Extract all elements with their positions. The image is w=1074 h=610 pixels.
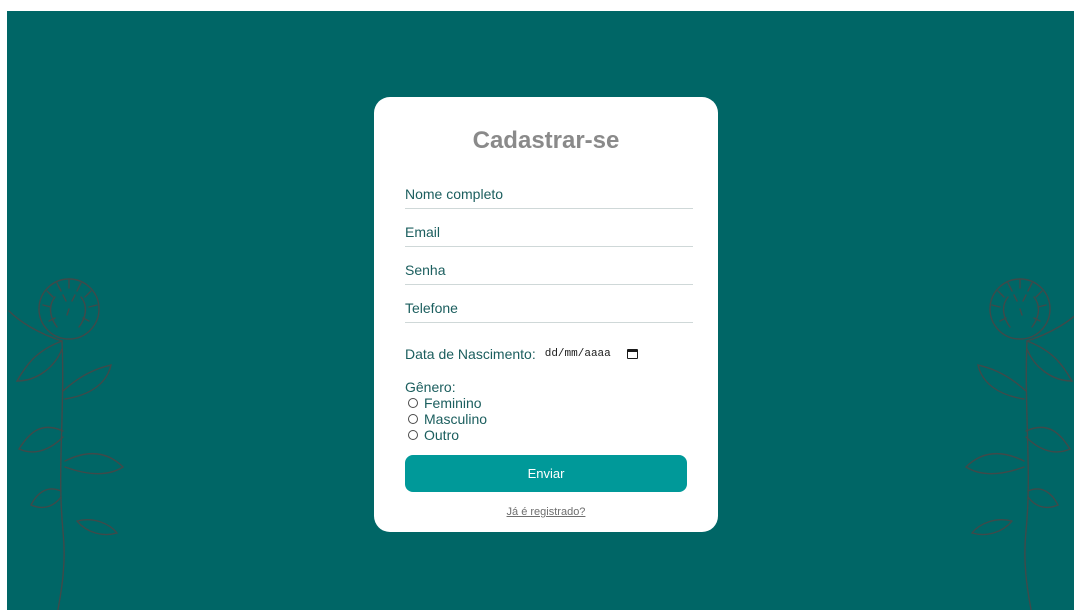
telefone-input[interactable] <box>405 297 693 319</box>
radio-feminino[interactable] <box>408 398 418 408</box>
nome-field <box>405 183 693 209</box>
gender-option-outro[interactable]: Outro <box>408 427 459 443</box>
radio-masculino[interactable] <box>408 414 418 424</box>
clover-flower-right-icon <box>964 278 1074 610</box>
birthdate-row: Data de Nascimento: dd/mm/aaaa <box>405 344 638 364</box>
submit-button[interactable]: Enviar <box>405 455 687 492</box>
senha-input[interactable] <box>405 259 693 281</box>
form-title: Cadastrar-se <box>472 127 620 154</box>
email-input[interactable] <box>405 221 693 243</box>
birthdate-label: Data de Nascimento: <box>405 346 536 362</box>
radio-label-outro: Outro <box>424 427 460 443</box>
radio-label-masculino: Masculino <box>424 411 488 427</box>
gender-option-feminino[interactable]: Feminino <box>408 395 482 411</box>
telefone-field <box>405 297 693 323</box>
birthdate-input[interactable]: dd/mm/aaaa <box>545 348 611 360</box>
register-card: Cadastrar-se Data de Nascimento: dd/mm/a… <box>374 97 718 532</box>
email-field <box>405 221 693 247</box>
gender-label: Gênero: <box>405 379 456 395</box>
login-link[interactable]: Já é registrado? <box>374 506 718 518</box>
radio-outro[interactable] <box>408 430 418 440</box>
clover-flower-left-icon <box>8 278 125 610</box>
nome-input[interactable] <box>405 183 693 205</box>
radio-label-feminino: Feminino <box>424 395 482 411</box>
calendar-icon[interactable] <box>626 349 638 359</box>
gender-option-masculino[interactable]: Masculino <box>408 411 487 427</box>
page-background: Cadastrar-se Data de Nascimento: dd/mm/a… <box>7 11 1074 610</box>
senha-field <box>405 259 693 285</box>
